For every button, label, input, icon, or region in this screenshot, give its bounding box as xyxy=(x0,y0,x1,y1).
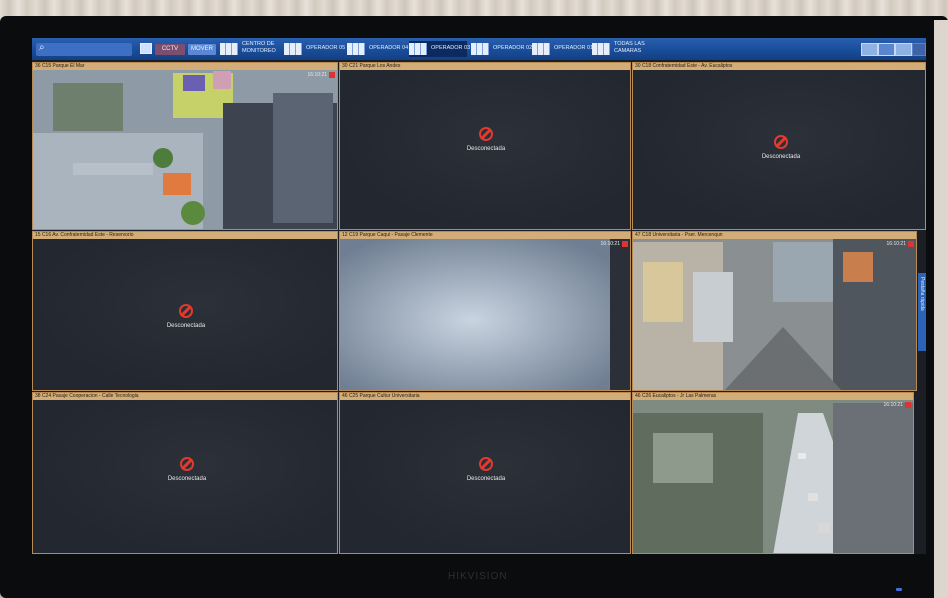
no-signal-icon xyxy=(479,457,493,471)
tab-todas-camaras[interactable]: TODAS LAS CAMARAS xyxy=(592,41,652,57)
power-led xyxy=(896,588,902,591)
camera-title: 46 C25 Parque Cultur Universitaria xyxy=(340,393,630,400)
tab-operador-03[interactable]: OPERADOR 03 xyxy=(409,41,471,57)
camera-cell[interactable]: 15 C16 Av. Confraternidad Este - Reservo… xyxy=(32,231,338,391)
close-icon[interactable] xyxy=(329,72,335,78)
camera-timestamp: 16:10:21 xyxy=(886,241,906,247)
status-label: Desconectada xyxy=(761,154,801,160)
camera-cell[interactable]: 46 C26 Eucaliptos - Jr Las Palmeras 16:1… xyxy=(632,392,914,554)
mover-button[interactable]: MOVER xyxy=(188,44,216,55)
tab-label: OPERADOR 03 xyxy=(431,45,471,51)
search-icon: ⌕ xyxy=(39,42,45,53)
search-input[interactable]: ⌕ xyxy=(36,42,132,56)
no-signal-icon xyxy=(479,127,493,141)
camera-feed-image xyxy=(33,63,337,229)
tab-label: OPERADOR 04 xyxy=(369,45,409,51)
layout-grid-icon[interactable] xyxy=(140,43,152,54)
close-icon[interactable] xyxy=(622,241,628,247)
camera-cell[interactable]: 38 C24 Pasaje Cooperacion - Calle Tecnol… xyxy=(32,392,338,554)
camera-title: 30 C18 Confraternidad Este - Av. Eucalip… xyxy=(633,63,925,70)
tab-label: OPERADOR 02 xyxy=(493,45,533,51)
tab-label: TODAS LAS CAMARAS xyxy=(614,41,645,54)
monitor-wall-icon xyxy=(220,43,238,55)
camera-title: 36 C15 Parque El Mar xyxy=(33,63,337,70)
monitor-wall-icon xyxy=(532,43,550,55)
monitor-wall-icon xyxy=(592,43,610,55)
camera-title: 30 C21 Parque Los Andes xyxy=(340,63,630,70)
settings-icon[interactable] xyxy=(912,43,926,56)
tab-operador-04[interactable]: OPERADOR 04 xyxy=(347,41,409,57)
camera-cell[interactable]: 36 C15 Parque El Mar 16:10:21 xyxy=(32,62,338,230)
close-icon[interactable] xyxy=(908,241,914,247)
top-toolbar: ⌕ CCTV MOVER CENTRO DE MONITOREO OPERADO… xyxy=(32,38,926,60)
camera-cell[interactable]: 46 C25 Parque Cultur Universitaria Desco… xyxy=(339,392,631,554)
camera-title: 38 C24 Pasaje Cooperacion - Calle Tecnol… xyxy=(33,393,337,400)
background-wall xyxy=(934,20,948,598)
tab-label: OPERADOR 05 xyxy=(306,45,346,51)
disconnected-indicator: Desconectada xyxy=(160,304,212,346)
tab-operador-05[interactable]: OPERADOR 05 xyxy=(284,41,346,57)
status-label: Desconectada xyxy=(466,146,506,152)
camera-timestamp: 16:10:21 xyxy=(307,72,327,78)
close-icon[interactable] xyxy=(905,402,911,408)
vms-screen: ⌕ CCTV MOVER CENTRO DE MONITOREO OPERADO… xyxy=(32,38,926,554)
monitor-wall-icon xyxy=(471,43,489,55)
camera-feed-image xyxy=(633,232,916,390)
status-label: Desconectada xyxy=(166,323,206,329)
quick-panel-tab[interactable]: Pestaña rápida xyxy=(918,273,926,351)
camera-cell[interactable]: 12 C19 Parque Caqui - Pasaje Clemente 16… xyxy=(339,231,631,391)
layout-9-button[interactable] xyxy=(895,43,912,56)
disconnected-indicator: Desconectada xyxy=(755,135,807,177)
camera-cell[interactable]: 30 C18 Confraternidad Este - Av. Eucalip… xyxy=(632,62,926,230)
camera-title: 46 C26 Eucaliptos - Jr Las Palmeras xyxy=(633,393,913,400)
status-label: Desconectada xyxy=(167,476,207,482)
camera-cell[interactable]: 47 C18 Universitaria - Pser. Mercenqun 1… xyxy=(632,231,917,391)
camera-title: 15 C16 Av. Confraternidad Este - Reservo… xyxy=(33,232,337,239)
camera-timestamp: 16:10:21 xyxy=(600,241,620,247)
disconnected-indicator: Desconectada xyxy=(460,457,512,499)
camera-feed-image xyxy=(340,232,630,390)
no-signal-icon xyxy=(180,457,194,471)
layout-1-button[interactable] xyxy=(861,43,878,56)
tab-operador-01[interactable]: OPERADOR 01 xyxy=(532,41,594,57)
no-signal-icon xyxy=(774,135,788,149)
camera-timestamp: 16:10:21 xyxy=(883,402,903,408)
no-signal-icon xyxy=(179,304,193,318)
monitor-wall-icon xyxy=(284,43,302,55)
disconnected-indicator: Desconectada xyxy=(460,127,512,169)
camera-cell[interactable]: 30 C21 Parque Los Andes Desconectada xyxy=(339,62,631,230)
tab-centro-monitoreo[interactable]: CENTRO DE MONITOREO xyxy=(220,41,278,57)
camera-feed-image xyxy=(633,393,913,553)
monitor-wall-icon xyxy=(347,43,365,55)
tab-operador-02[interactable]: OPERADOR 02 xyxy=(471,41,533,57)
layout-4-button[interactable] xyxy=(878,43,895,56)
disconnected-indicator: Desconectada xyxy=(161,457,213,499)
camera-title: 47 C18 Universitaria - Pser. Mercenqun xyxy=(633,232,916,239)
camera-title: 12 C19 Parque Caqui - Pasaje Clemente xyxy=(340,232,630,239)
tab-label: OPERADOR 01 xyxy=(554,45,594,51)
quick-panel-label: Pestaña rápida xyxy=(919,277,925,311)
tab-label: CENTRO DE MONITOREO xyxy=(242,41,276,54)
status-label: Desconectada xyxy=(466,476,506,482)
monitor-brand-logo: HIKVISION xyxy=(448,571,508,582)
monitor-wall-icon xyxy=(409,43,427,55)
cctv-button[interactable]: CCTV xyxy=(155,44,185,55)
